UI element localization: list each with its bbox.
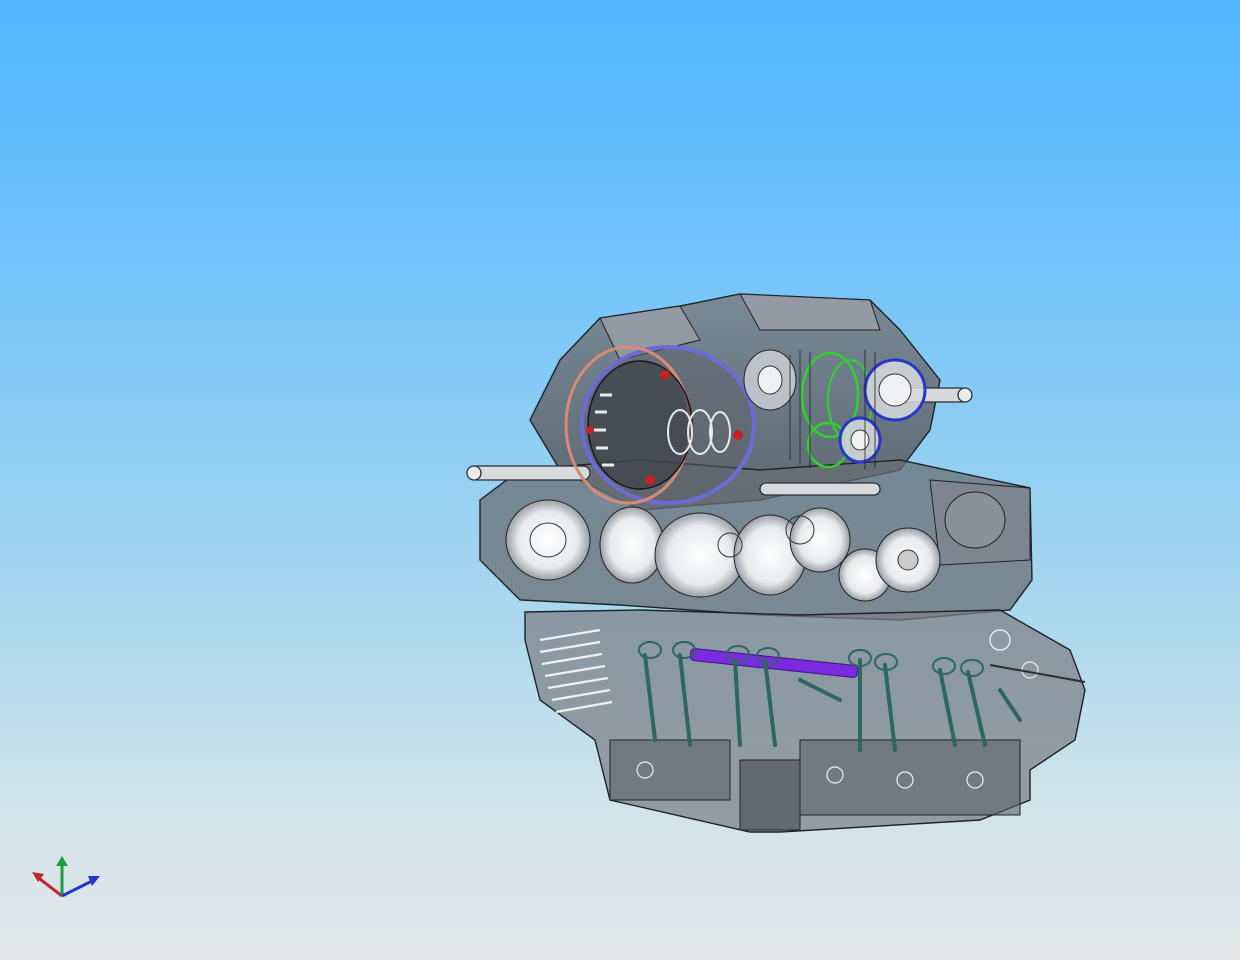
cylinder-head[interactable] <box>524 609 1086 833</box>
engine-assembly-model[interactable] <box>0 0 1240 960</box>
y-axis-head <box>56 856 68 866</box>
3d-graphics-viewport[interactable] <box>0 0 1240 960</box>
z-axis-arrow <box>61 878 95 898</box>
orientation-triad <box>32 856 100 898</box>
